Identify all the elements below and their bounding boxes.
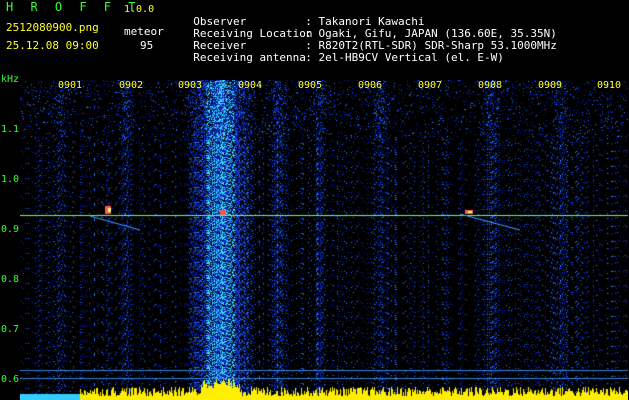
info-row-antenna: Receiving antenna: 2el-HB9CV Vertical (e… bbox=[180, 40, 504, 64]
info-key: Receiving antenna bbox=[193, 51, 306, 64]
info-value: : 2el-HB9CV Vertical (el. E-W) bbox=[305, 51, 504, 64]
meteor-count: 95 bbox=[140, 39, 154, 52]
y-tick: 0.9 bbox=[1, 224, 20, 235]
x-tick: 0905 bbox=[298, 80, 323, 91]
y-tick: 0.7 bbox=[1, 324, 20, 335]
x-tick: 0904 bbox=[238, 80, 263, 91]
x-tick: 0903 bbox=[178, 80, 203, 91]
x-tick: 0908 bbox=[478, 80, 503, 91]
x-tick: 0907 bbox=[418, 80, 443, 91]
file-name: 2512080900.png bbox=[6, 21, 99, 34]
y-tick: 0.8 bbox=[1, 274, 20, 285]
y-tick: 1.0 bbox=[1, 174, 20, 185]
spectrogram bbox=[20, 80, 628, 400]
y-tick: 1.1 bbox=[1, 124, 20, 135]
x-tick: 0909 bbox=[538, 80, 563, 91]
x-tick: 0906 bbox=[358, 80, 383, 91]
app-version: 1.0.0 bbox=[124, 4, 155, 15]
y-tick: 0.6 bbox=[1, 374, 20, 385]
x-tick: 0902 bbox=[119, 80, 144, 91]
y-axis-unit: kHz bbox=[1, 74, 20, 85]
x-tick: 0901 bbox=[58, 80, 83, 91]
x-tick: 0910 bbox=[597, 80, 622, 91]
app-title: H R O F F T bbox=[6, 0, 141, 14]
meteor-label: meteor bbox=[124, 25, 164, 38]
datetime: 25.12.08 09:00 bbox=[6, 39, 99, 52]
